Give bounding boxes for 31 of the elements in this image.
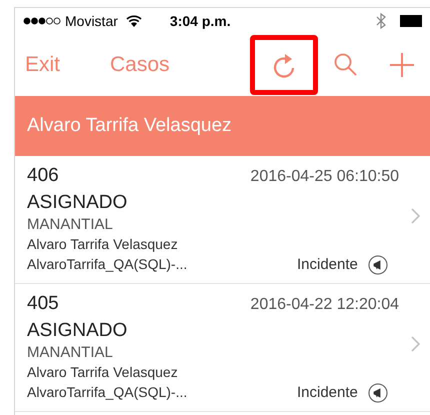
case-user: AlvaroTarrifa_QA(SQL)-... (27, 255, 188, 274)
case-row[interactable]: 406 2016-04-25 06:10:50 ASIGNADO MANANTIAL Alvaro Tarrifa Velasquez AlvaroTarrifa_QA(SQL)-... Incidente (15, 156, 430, 284)
megaphone-icon (368, 254, 388, 275)
nav-title: Casos (110, 52, 170, 78)
signal-strength-icon (23, 17, 61, 25)
case-date: 2016-04-22 12:20:04 (250, 295, 399, 315)
battery-icon (400, 15, 422, 27)
case-person: Alvaro Tarrifa Velasquez (27, 234, 179, 254)
search-icon (333, 52, 359, 78)
case-person: Alvaro Tarrifa Velasquez (27, 362, 179, 382)
chevron-right-icon (411, 208, 420, 224)
add-icon (389, 52, 415, 78)
case-location: MANANTIAL (27, 214, 114, 234)
header-title: Alvaro Tarrifa Velasquez (27, 114, 232, 138)
megaphone-icon (368, 382, 388, 403)
case-status: ASIGNADO (27, 190, 128, 214)
wifi-icon (126, 15, 142, 27)
case-number: 405 (27, 292, 59, 316)
bluetooth-icon (376, 13, 386, 29)
case-user: AlvaroTarrifa_QA(SQL)-... (27, 383, 188, 402)
carrier-name: Movistar (65, 12, 118, 30)
case-row[interactable]: 405 2016-04-22 12:20:04 ASIGNADO MANANTIAL Alvaro Tarrifa Velasquez AlvaroTarrifa_QA(SQL)-... Incidente (15, 284, 430, 412)
case-type: Incidente (297, 382, 358, 402)
case-location: MANANTIAL (27, 342, 114, 362)
case-type: Incidente (297, 254, 358, 274)
case-status: ASIGNADO (27, 318, 128, 342)
case-number: 406 (27, 164, 59, 188)
refresh-button[interactable] (250, 35, 318, 95)
chevron-right-icon (411, 336, 420, 352)
case-date: 2016-04-25 06:10:50 (250, 167, 399, 187)
status-time: 3:04 p.m. (170, 12, 231, 31)
